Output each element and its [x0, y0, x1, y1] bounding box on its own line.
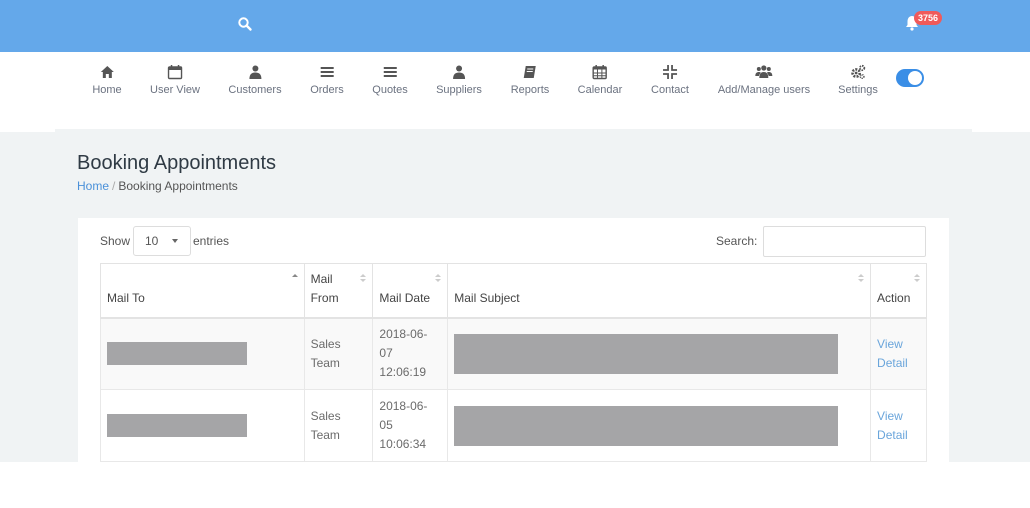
column-label: Mail From — [310, 271, 339, 305]
mail-to-cell — [100, 317, 305, 390]
column-header-action[interactable]: Action — [870, 263, 927, 319]
mail-from-text: Team — [310, 427, 340, 442]
mail-date-text: 05 — [379, 418, 393, 432]
nav-item-quotes[interactable]: Quotes — [372, 64, 408, 96]
redacted-block — [107, 414, 247, 437]
mail-from-text: Sales — [310, 336, 341, 351]
column-header-mail-subject[interactable]: Mail Subject — [447, 263, 872, 319]
mail-from-cell: Sales Team — [303, 389, 374, 462]
users-icon — [755, 65, 773, 78]
mail-subject-cell — [447, 317, 872, 390]
compress-icon — [662, 65, 677, 79]
nav-item-contact[interactable]: Contact — [651, 64, 689, 96]
nav-item-home[interactable]: Home — [92, 64, 122, 96]
nav-label: Suppliers — [436, 84, 482, 96]
table-header-row: Mail To Mail From Mail Date Mail Subject… — [100, 263, 927, 319]
cogs-icon — [851, 64, 866, 80]
nav-label: Home — [92, 84, 122, 96]
mail-to-cell — [100, 389, 305, 462]
table-row: Sales Team 2018-06- 07 12:06:19 View Deta… — [100, 317, 927, 390]
search-label: Search: — [716, 234, 758, 248]
theme-toggle[interactable] — [896, 69, 924, 87]
mail-date-cell: 2018-06- 05 10:06:34 — [372, 389, 449, 462]
mail-date-text: 10:06:34 — [379, 437, 427, 451]
mail-date-cell: 2018-06- 07 12:06:19 — [372, 317, 449, 390]
action-cell: View Detail — [870, 389, 927, 462]
breadcrumb-separator: / — [112, 179, 116, 193]
view-detail-link[interactable]: View Detail — [877, 337, 908, 370]
nav-item-settings[interactable]: Settings — [838, 64, 878, 96]
column-label: Action — [877, 290, 911, 305]
home-icon — [100, 66, 114, 78]
sort-icon — [435, 274, 442, 282]
sort-asc-icon — [291, 274, 298, 277]
nav-label: Calendar — [577, 84, 623, 96]
page-length-value: 10 — [145, 234, 159, 248]
mail-from-text: Sales — [310, 408, 341, 423]
column-label: Mail Date — [379, 290, 431, 305]
mail-table: Mail To Mail From Mail Date Mail Subject… — [100, 263, 927, 462]
action-cell: View Detail — [870, 317, 927, 390]
sort-icon — [914, 274, 920, 282]
column-header-mail-date[interactable]: Mail Date — [372, 263, 449, 319]
mail-date-text: 2018-06- — [379, 399, 428, 413]
calendar-grid-icon — [592, 65, 608, 80]
nav-item-calendar[interactable]: Calendar — [577, 64, 623, 96]
redacted-block — [107, 342, 247, 366]
nav-item-user-view[interactable]: User View — [150, 64, 200, 96]
sort-icon — [858, 274, 865, 282]
column-label: Mail Subject — [454, 290, 520, 305]
notification-badge: 3756 — [914, 11, 943, 25]
mail-date-text: 12:06:19 — [379, 365, 427, 380]
column-label: Mail To — [107, 290, 145, 305]
breadcrumb-home-link[interactable]: Home — [77, 179, 109, 193]
mail-from-text: Team — [310, 355, 340, 370]
nav-label: User View — [150, 84, 200, 96]
mail-date-text: 2018-06- — [379, 327, 428, 342]
mail-date-text: 07 — [379, 346, 393, 361]
user-icon — [452, 65, 465, 79]
nav-shadow-edge — [0, 129, 55, 132]
nav-item-orders[interactable]: Orders — [310, 64, 344, 96]
nav-label: Quotes — [372, 84, 408, 96]
entries-label: entries — [193, 234, 230, 248]
show-label: Show — [100, 234, 131, 248]
page-bottom-area — [0, 462, 1030, 508]
calendar-icon — [167, 65, 183, 80]
search-icon[interactable] — [237, 16, 253, 32]
mail-from-cell: Sales Team — [303, 317, 374, 390]
nav-item-reports[interactable]: Reports — [510, 64, 550, 96]
main-nav: Home User View Customers Orders Quotes S… — [0, 52, 1030, 129]
table-row: Sales Team 2018-06- 05 10:06:34 View Deta… — [100, 389, 927, 462]
nav-item-customers[interactable]: Customers — [228, 64, 282, 96]
table-search-input[interactable] — [763, 226, 926, 257]
page-length-select[interactable]: 10 — [133, 226, 191, 256]
nav-shadow-edge — [972, 129, 1030, 132]
nav-label: Contact — [651, 84, 689, 96]
sort-icon — [360, 274, 367, 282]
nav-label: Add/Manage users — [717, 84, 811, 96]
bars-icon — [383, 67, 397, 77]
nav-label: Settings — [838, 84, 878, 96]
book-icon — [524, 66, 536, 78]
nav-label: Orders — [310, 84, 344, 96]
top-bar — [0, 0, 1030, 52]
user-icon — [249, 65, 261, 79]
column-header-mail-from[interactable]: Mail From — [303, 263, 374, 319]
chevron-down-icon — [172, 239, 178, 243]
breadcrumb-current: Booking Appointments — [118, 179, 238, 193]
nav-label: Reports — [510, 84, 550, 96]
redacted-block — [454, 333, 839, 374]
nav-item-add-manage-users[interactable]: Add/Manage users — [718, 64, 810, 96]
toggle-knob — [908, 71, 922, 85]
column-header-mail-to[interactable]: Mail To — [100, 263, 305, 319]
breadcrumb: Home / Booking Appointments — [77, 179, 238, 193]
redacted-block — [454, 405, 839, 446]
mail-subject-cell — [447, 389, 872, 462]
view-detail-link[interactable]: View Detail — [877, 409, 908, 442]
bars-icon — [320, 67, 334, 77]
page-title: Booking Appointments — [77, 152, 277, 174]
nav-label: Customers — [228, 84, 282, 96]
nav-item-suppliers[interactable]: Suppliers — [436, 64, 482, 96]
